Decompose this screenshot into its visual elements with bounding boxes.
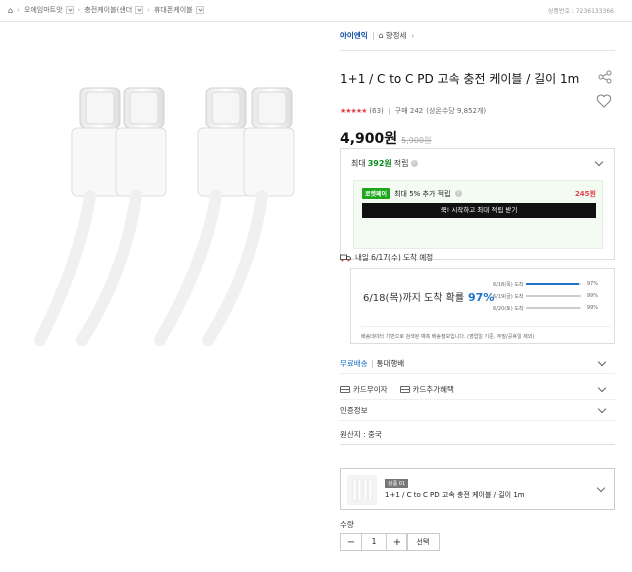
share-icon[interactable] bbox=[598, 70, 612, 84]
arrival-bar-track bbox=[526, 307, 581, 309]
arrival-bar-value: 99% bbox=[586, 305, 598, 311]
arrival-bar-label: 6/18(목) 도착 bbox=[493, 281, 524, 288]
option-badge: 상품 01 bbox=[385, 479, 409, 488]
certification-row[interactable]: 인증정보 bbox=[340, 401, 615, 421]
home-icon: ⌂ bbox=[378, 31, 384, 40]
chevron-down-icon[interactable] bbox=[596, 483, 606, 493]
arrival-probability-box: 6/18(목)까지 도착 확률 97% 6/18(목) 도착 97% 6/19(금)… bbox=[350, 268, 615, 344]
arrival-bar-value: 99% bbox=[586, 293, 598, 299]
chevron-down-icon[interactable] bbox=[597, 404, 607, 414]
chevron-down-icon[interactable] bbox=[597, 357, 607, 367]
chevron-down-icon[interactable] bbox=[597, 383, 607, 393]
arrival-bar-fill bbox=[526, 295, 581, 297]
product-info-panel: 아이엔익 ⌂ 향정세 › 1+1 / C to C PD 고속 충전 케이블 /… bbox=[340, 30, 615, 551]
arrival-note: 배송데이터 기반으로 검색된 예측 배송정보입니다. (영업일 기준, 주말/공… bbox=[361, 326, 611, 340]
product-title: 1+1 / C to C PD 고속 충전 케이블 / 길이 1m bbox=[340, 72, 580, 86]
sale-price: 4,900원 bbox=[340, 131, 398, 147]
chevron-right-icon: › bbox=[411, 31, 415, 40]
breadcrumb-item-2[interactable]: 충전케이블(샌더 bbox=[84, 5, 144, 15]
origin-row: 원산지 : 중국 bbox=[340, 425, 615, 445]
product-image[interactable] bbox=[20, 40, 320, 350]
card-benefit-row[interactable]: 카드무이자 카드추가혜택 bbox=[340, 380, 615, 400]
option-thumbnail bbox=[347, 475, 377, 505]
info-icon[interactable]: i bbox=[410, 160, 418, 167]
shipping-row[interactable]: 무료배송 통대행배 bbox=[340, 354, 615, 374]
review-count[interactable]: (63) bbox=[369, 107, 383, 115]
star-rating-icon: ★★★★★ bbox=[340, 107, 367, 115]
decrement-button[interactable]: − bbox=[341, 534, 361, 550]
quantity-stepper: − 1 + bbox=[340, 533, 408, 551]
arrival-bar-fill bbox=[526, 307, 581, 309]
chevron-down-icon[interactable] bbox=[65, 6, 74, 14]
arrival-bars: 6/18(목) 도착 97% 6/19(금) 도착 99% 6/20(토) 도착 99% bbox=[493, 278, 611, 314]
original-price: 5,900원 bbox=[401, 136, 432, 145]
select-button[interactable]: 선택 bbox=[406, 533, 440, 551]
rocketpay-badge: 로켓페이 bbox=[362, 188, 391, 199]
card-interest-free[interactable]: 카드무이자 bbox=[340, 384, 388, 395]
product-number: 상품번호 : 7236133366 bbox=[547, 8, 614, 15]
store-name[interactable]: 아이엔익 bbox=[340, 30, 368, 41]
quantity-label: 수량 bbox=[340, 520, 354, 529]
purchase-count: 구매 242 bbox=[394, 107, 424, 115]
chevron-down-icon[interactable] bbox=[195, 6, 204, 14]
store-home-link[interactable]: ⌂ 향정세 bbox=[379, 30, 407, 41]
price-row: 4,900원 5,900원 bbox=[340, 128, 431, 148]
rating-row: ★★★★★ (63) 구매 242 (상온수당 9,852개) bbox=[340, 106, 486, 116]
purchase-note: (상온수당 9,852개) bbox=[426, 107, 487, 115]
quantity-input[interactable]: 1 bbox=[361, 534, 387, 550]
arrival-bar-row: 6/19(금) 도착 99% bbox=[493, 290, 611, 302]
card-icon bbox=[340, 386, 350, 393]
arrival-bar-row: 6/18(목) 도착 97% bbox=[493, 278, 611, 290]
breadcrumb: ⌂ › 오에임마트앗 › 충전케이블(샌더 › 휴대폰케이블 상품번호 : 72… bbox=[0, 0, 632, 22]
divider bbox=[340, 50, 615, 51]
arrival-percent: 97% bbox=[468, 291, 495, 304]
truck-icon bbox=[340, 254, 351, 261]
chevron-down-icon[interactable] bbox=[135, 6, 144, 14]
home-icon[interactable]: ⌂ bbox=[8, 6, 13, 15]
card-icon bbox=[399, 386, 410, 393]
increment-button[interactable]: + bbox=[387, 534, 407, 550]
delivery-estimate: 내일 6/17(수) 도착 예정 bbox=[340, 252, 433, 263]
arrival-bar-label: 6/20(토) 도착 bbox=[493, 305, 524, 312]
arrival-bar-track bbox=[526, 283, 581, 285]
rocketpay-amount: 245원 bbox=[574, 189, 596, 198]
option-select[interactable]: 상품 01 1+1 / C to C PD 고속 충전 케이블 / 길이 1m bbox=[340, 468, 615, 510]
heart-icon[interactable] bbox=[596, 94, 612, 108]
arrival-bar-fill bbox=[526, 283, 580, 285]
benefit-box: 최대 392원 적립 i 로켓페이 최대 5% 추가 적립 i 245원 쿡! … bbox=[340, 148, 615, 260]
breadcrumb-item-1[interactable]: 오에임마트앗 bbox=[24, 5, 74, 15]
rocketpay-promo: 로켓페이 최대 5% 추가 적립 i 245원 쿡! 시작하고 최대 적립 받기 bbox=[353, 180, 603, 249]
breadcrumb-item-3[interactable]: 휴대폰케이블 bbox=[154, 5, 204, 15]
arrival-bar-label: 6/19(금) 도착 bbox=[493, 293, 524, 300]
chevron-down-icon[interactable] bbox=[594, 157, 604, 167]
info-icon[interactable]: i bbox=[454, 190, 462, 197]
arrival-bar-value: 97% bbox=[586, 281, 598, 287]
arrival-bar-row: 6/20(토) 도착 99% bbox=[493, 302, 611, 314]
rocketpay-cta-button[interactable]: 쿡! 시작하고 최대 적립 받기 bbox=[362, 203, 596, 218]
store-row: 아이엔익 ⌂ 향정세 › bbox=[340, 30, 615, 44]
arrival-bar-track bbox=[526, 295, 581, 297]
card-extra-benefit[interactable]: 카드추가혜택 bbox=[399, 384, 454, 395]
option-name: 1+1 / C to C PD 고속 충전 케이블 / 길이 1m bbox=[385, 491, 525, 499]
max-points[interactable]: 최대 392원 적립 i bbox=[351, 158, 418, 169]
